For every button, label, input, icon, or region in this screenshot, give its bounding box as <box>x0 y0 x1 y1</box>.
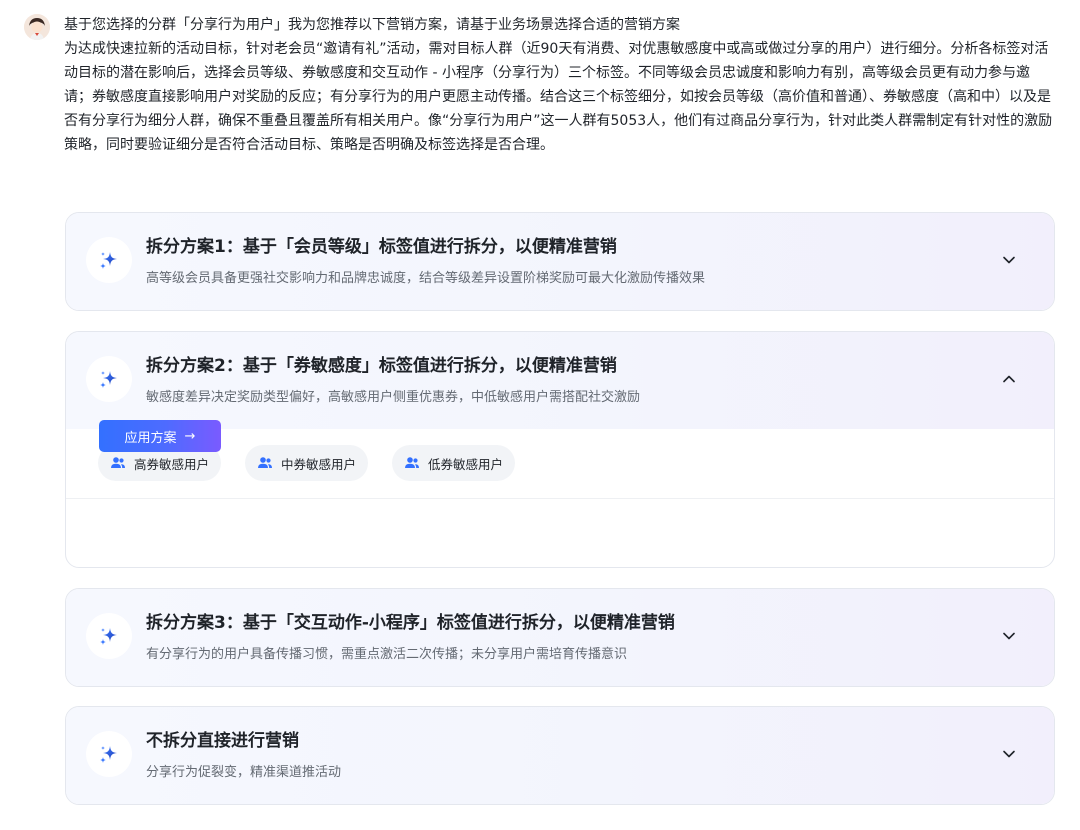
segment-tag-label: 低券敏感用户 <box>428 456 504 472</box>
apply-plan-label: 应用方案 <box>124 430 177 446</box>
plan-description: 分享行为促裂变，精准渠道推活动 <box>146 765 342 780</box>
segment-tag[interactable]: 低券敏感用户 <box>392 445 516 481</box>
sparkle-icon <box>86 356 132 402</box>
plan-card-4[interactable]: 不拆分直接进行营销 分享行为促裂变，精准渠道推活动 <box>65 706 1055 805</box>
chevron-down-icon[interactable] <box>1000 745 1018 763</box>
apply-plan-button[interactable]: 应用方案 → <box>99 420 221 452</box>
plan-card-header[interactable]: 不拆分直接进行营销 分享行为促裂变，精准渠道推活动 <box>66 707 1054 804</box>
plan-description: 敏感度差异决定奖励类型偏好，高敏感用户侧重优惠券，中低敏感用户需搭配社交激励 <box>146 390 641 405</box>
user-group-icon <box>111 457 125 468</box>
plan-description: 有分享行为的用户具备传播习惯，需重点激活二次传播；未分享用户需培育传播意识 <box>146 647 628 662</box>
message-body: 为达成快速拉新的活动目标，针对老会员“邀请有礼”活动，需对目标人群（近90天有消… <box>64 41 1053 153</box>
chevron-down-icon[interactable] <box>1000 627 1018 645</box>
plan-card-header[interactable]: 拆分方案2：基于「券敏感度」标签值进行拆分，以便精准营销 敏感度差异决定奖励类型… <box>66 332 1054 429</box>
plan-card-2[interactable]: 拆分方案2：基于「券敏感度」标签值进行拆分，以便精准营销 敏感度差异决定奖励类型… <box>65 331 1055 568</box>
arrow-right-icon: → <box>184 428 196 444</box>
plan-card-3[interactable]: 拆分方案3：基于「交互动作-小程序」标签值进行拆分，以便精准营销 有分享行为的用… <box>65 588 1055 687</box>
plan-title: 拆分方案1：基于「会员等级」标签值进行拆分，以便精准营销 <box>146 237 617 257</box>
plan-title: 拆分方案3：基于「交互动作-小程序」标签值进行拆分，以便精准营销 <box>146 613 675 633</box>
plan-title: 不拆分直接进行营销 <box>146 731 299 751</box>
chevron-down-icon[interactable] <box>1000 251 1018 269</box>
chevron-up-icon[interactable] <box>1000 370 1018 388</box>
sparkle-icon <box>86 731 132 777</box>
assistant-avatar <box>24 14 50 40</box>
plan-card-1[interactable]: 拆分方案1：基于「会员等级」标签值进行拆分，以便精准营销 高等级会员具备更强社交… <box>65 212 1055 311</box>
plan-title: 拆分方案2：基于「券敏感度」标签值进行拆分，以便精准营销 <box>146 356 617 376</box>
user-group-icon <box>258 457 272 468</box>
segment-tag-label: 高券敏感用户 <box>134 456 210 472</box>
segment-tag-label: 中券敏感用户 <box>281 456 357 472</box>
assistant-message: 基于您选择的分群「分享行为用户」我为您推荐以下营销方案，请基于业务场景选择合适的… <box>64 14 1054 157</box>
user-group-icon <box>405 457 419 468</box>
plan-description: 高等级会员具备更强社交影响力和品牌忠诚度，结合等级差异设置阶梯奖励可最大化激励传… <box>146 271 706 286</box>
plan-card-header[interactable]: 拆分方案1：基于「会员等级」标签值进行拆分，以便精准营销 高等级会员具备更强社交… <box>66 213 1054 310</box>
sparkle-icon <box>86 613 132 659</box>
segment-tag[interactable]: 中券敏感用户 <box>245 445 369 481</box>
message-title: 基于您选择的分群「分享行为用户」我为您推荐以下营销方案，请基于业务场景选择合适的… <box>64 17 680 33</box>
sparkle-icon <box>86 237 132 283</box>
plan-card-header[interactable]: 拆分方案3：基于「交互动作-小程序」标签值进行拆分，以便精准营销 有分享行为的用… <box>66 589 1054 686</box>
